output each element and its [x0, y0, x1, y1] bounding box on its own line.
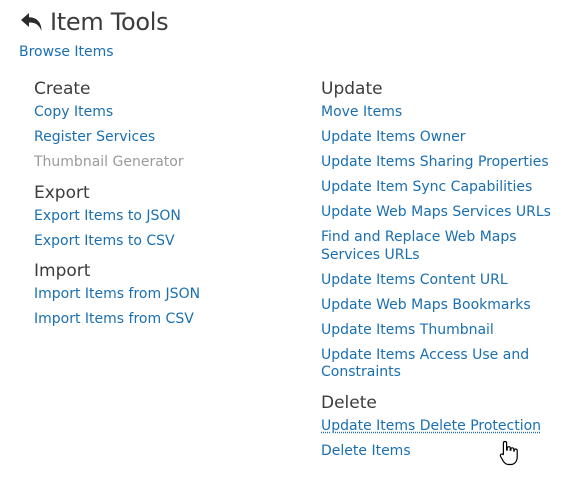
update-items-access-use-link[interactable]: Update Items Access Use and Constraints	[321, 347, 529, 381]
import-section: Import Import Items from JSON Import Ite…	[34, 260, 304, 329]
update-items-content-url-link[interactable]: Update Items Content URL	[321, 272, 508, 288]
move-items-link[interactable]: Move Items	[321, 104, 402, 120]
delete-items-link[interactable]: Delete Items	[321, 443, 411, 459]
update-section: Update Move Items Update Items Owner Upd…	[321, 78, 576, 382]
right-column: Update Move Items Update Items Owner Upd…	[321, 78, 576, 470]
delete-heading: Delete	[321, 392, 377, 413]
copy-items-link[interactable]: Copy Items	[34, 104, 113, 120]
register-services-link[interactable]: Register Services	[34, 129, 155, 145]
undo-arrow-icon[interactable]	[19, 9, 45, 35]
page-title: Item Tools	[50, 8, 169, 36]
import-heading: Import	[34, 261, 91, 281]
left-column: Create Copy Items Register Services Thum…	[34, 78, 304, 339]
update-links: Move Items Update Items Owner Update Ite…	[321, 104, 576, 382]
update-web-maps-urls-link[interactable]: Update Web Maps Services URLs	[321, 204, 551, 220]
update-heading: Update	[321, 79, 383, 99]
export-heading: Export	[34, 182, 90, 203]
create-section: Create Copy Items Register Services Thum…	[34, 78, 304, 172]
import-items-json-link[interactable]: Import Items from JSON	[34, 286, 200, 302]
export-links: Export Items to JSON Export Items to CSV	[34, 208, 304, 251]
import-items-csv-link[interactable]: Import Items from CSV	[34, 311, 194, 327]
update-item-sync-link[interactable]: Update Item Sync Capabilities	[321, 179, 532, 195]
browse-items-link[interactable]: Browse Items	[19, 44, 114, 60]
page-header: Item Tools	[19, 6, 169, 38]
import-links: Import Items from JSON Import Items from…	[34, 286, 304, 329]
update-items-sharing-link[interactable]: Update Items Sharing Properties	[321, 154, 549, 170]
delete-links: Update Items Delete Protection Delete It…	[321, 418, 576, 461]
export-items-json-link[interactable]: Export Items to JSON	[34, 208, 181, 224]
delete-section: Delete Update Items Delete Protection De…	[321, 392, 576, 461]
update-web-maps-bookmarks-link[interactable]: Update Web Maps Bookmarks	[321, 297, 531, 313]
export-section: Export Export Items to JSON Export Items…	[34, 182, 304, 251]
update-items-delete-protection-link[interactable]: Update Items Delete Protection	[321, 418, 541, 434]
update-items-thumbnail-link[interactable]: Update Items Thumbnail	[321, 322, 494, 338]
thumbnail-generator-link: Thumbnail Generator	[34, 154, 184, 170]
create-heading: Create	[34, 79, 91, 99]
find-replace-web-maps-urls-link[interactable]: Find and Replace Web Maps Services URLs	[321, 229, 517, 263]
create-links: Copy Items Register Services Thumbnail G…	[34, 104, 304, 172]
update-items-owner-link[interactable]: Update Items Owner	[321, 129, 465, 145]
export-items-csv-link[interactable]: Export Items to CSV	[34, 233, 175, 249]
